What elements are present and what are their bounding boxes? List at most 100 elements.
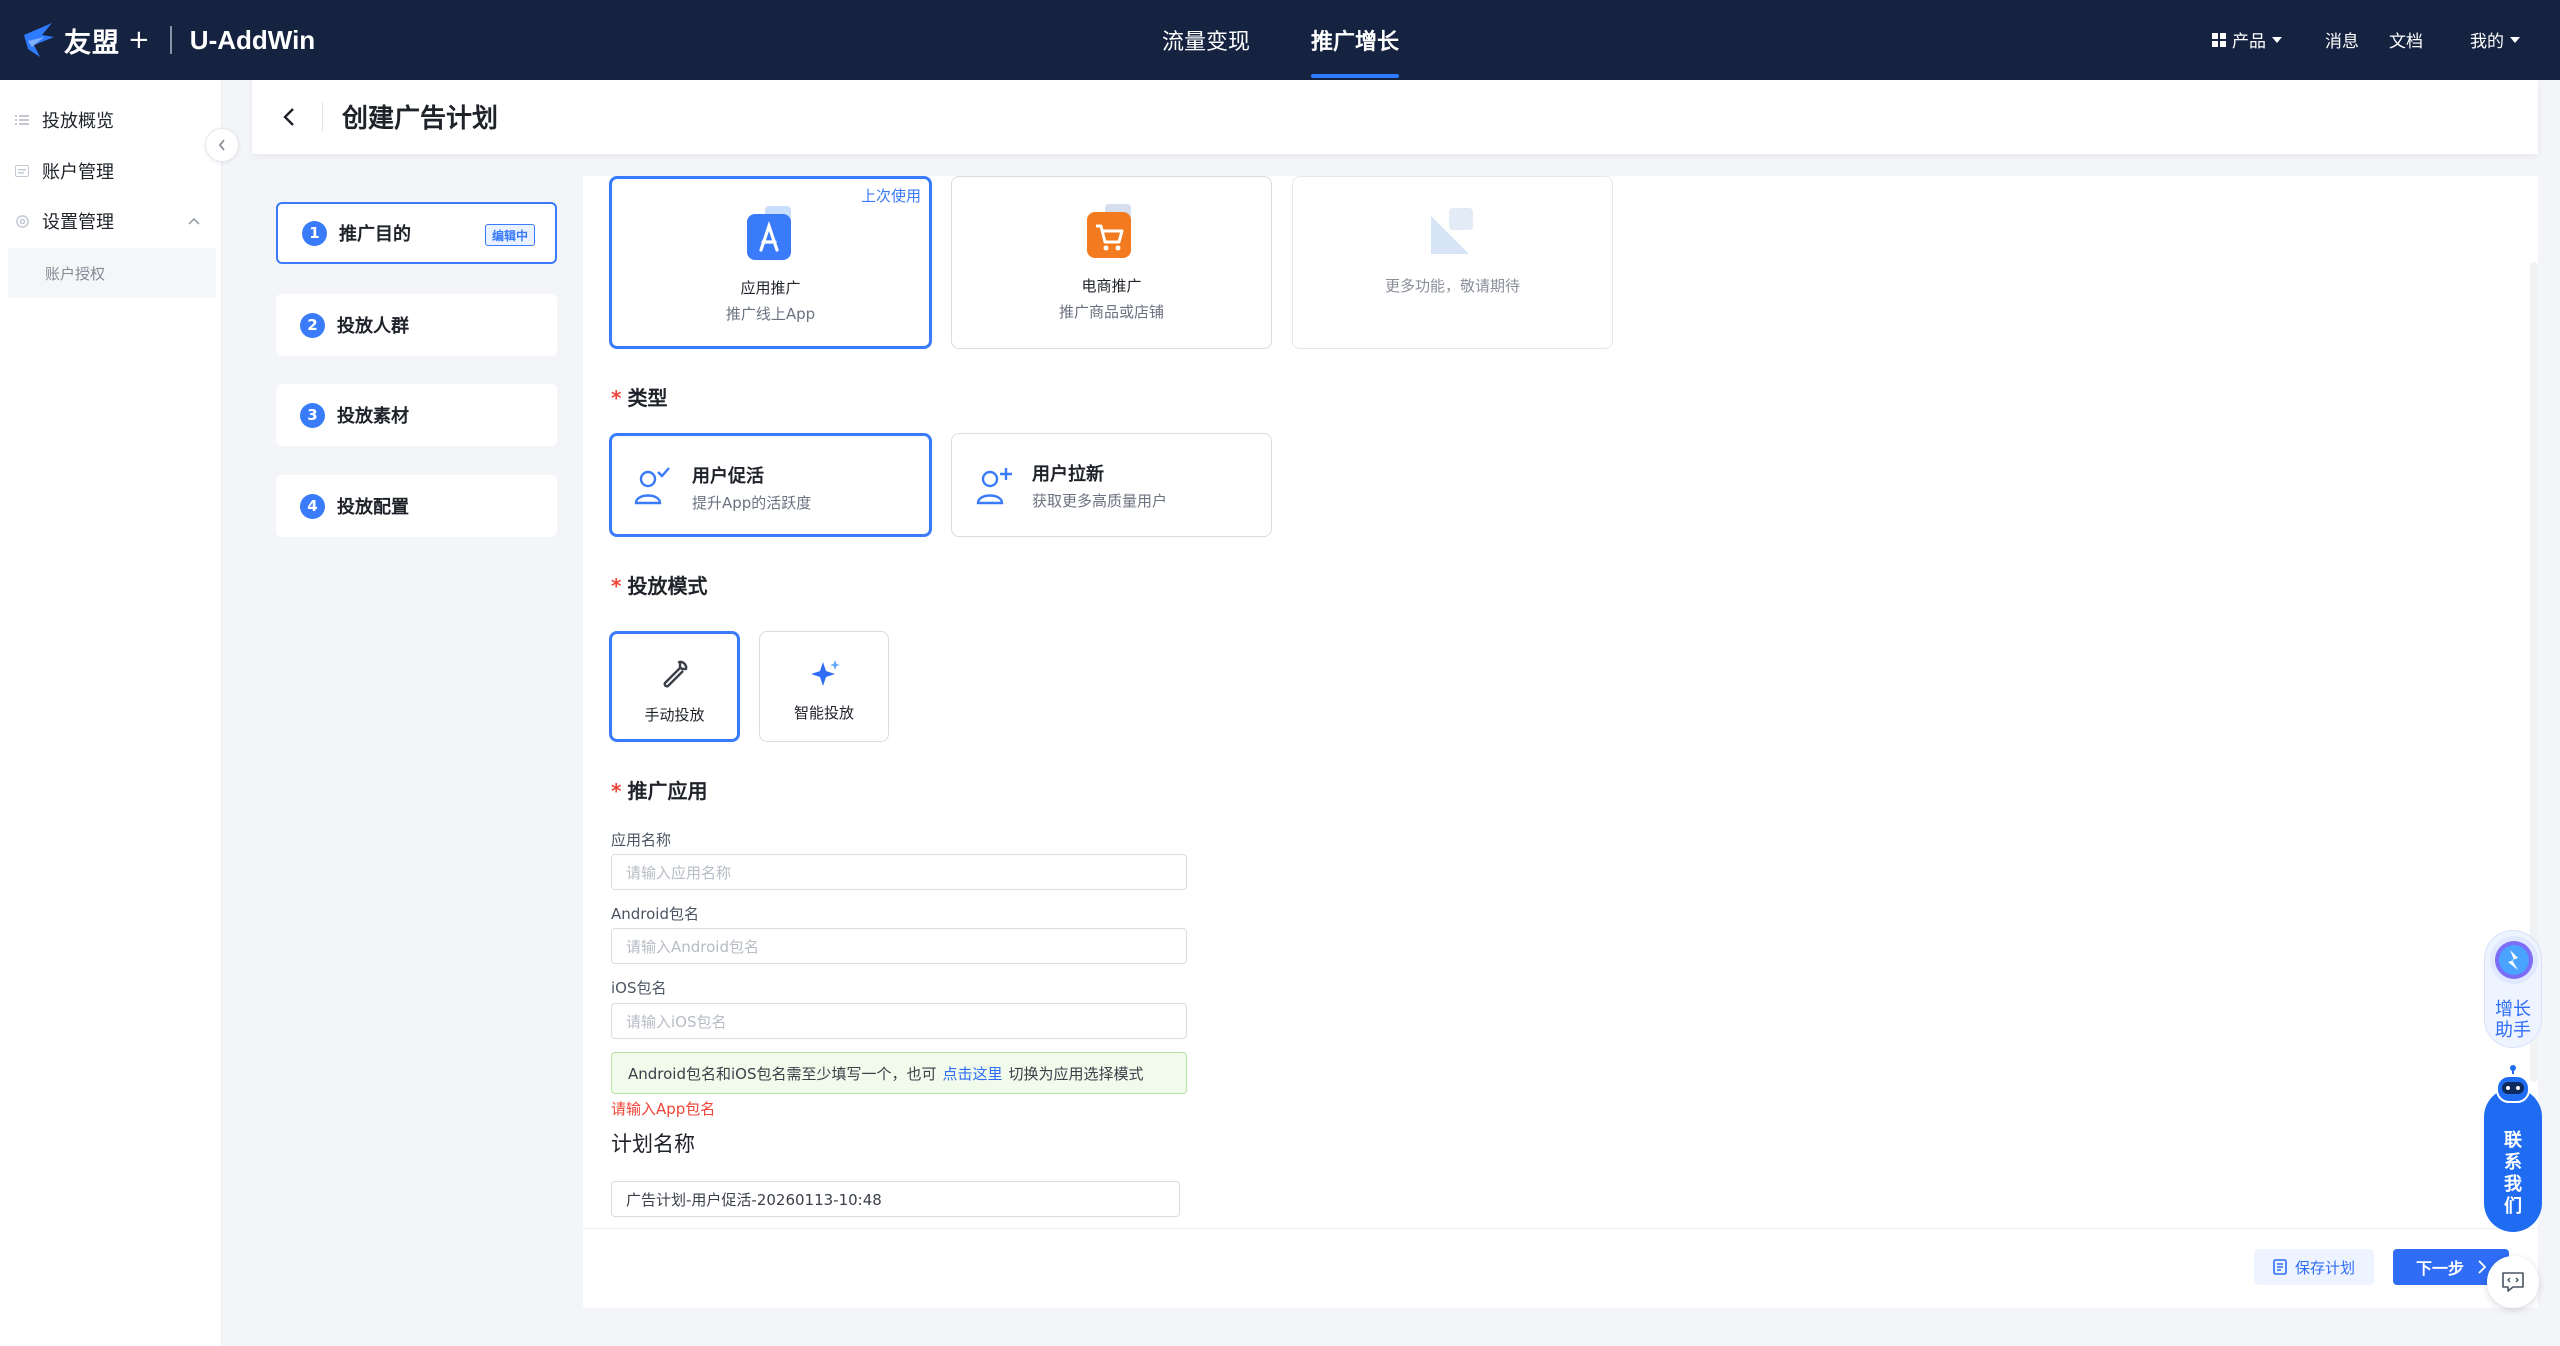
growth-assistant-label: 增长 助手 — [2495, 999, 2531, 1041]
save-plan-label: 保存计划 — [2294, 1258, 2355, 1277]
android-package-input[interactable]: 请输入Android包名 — [611, 928, 1187, 964]
type-option-reactivate[interactable]: 用户促活 提升App的活跃度 — [609, 433, 932, 537]
option-title: 用户拉新 — [1032, 464, 1104, 485]
section-title-text: 类型 — [627, 386, 668, 410]
app-name-label: 应用名称 — [611, 831, 672, 849]
products-label: 产品 — [2232, 32, 2266, 52]
product-name: U-AddWin — [189, 24, 316, 55]
purpose-card-ecommerce[interactable]: 电商推广 推广商品或店铺 — [951, 176, 1272, 349]
nav-tab-monetization[interactable]: 流量变现 — [1162, 0, 1250, 80]
step-number: 1 — [302, 220, 327, 246]
umeng-bird-logo-icon — [24, 23, 54, 57]
step-creative[interactable]: 3 投放素材 — [276, 384, 557, 446]
mode-label: 手动投放 — [644, 706, 705, 724]
brand-plus: + — [128, 25, 150, 55]
step-number: 4 — [300, 493, 325, 519]
option-title: 用户促活 — [692, 466, 764, 487]
editing-badge: 编辑中 — [484, 224, 535, 246]
header-divider — [322, 102, 323, 132]
save-plan-button[interactable]: 保存计划 — [2254, 1249, 2374, 1285]
option-desc: 获取更多高质量用户 — [1032, 492, 1168, 510]
chevron-left-icon — [218, 139, 225, 151]
footer-divider — [583, 1228, 2538, 1229]
chevron-up-icon[interactable] — [188, 217, 200, 225]
sidebar-item-label: 账户管理 — [42, 162, 114, 183]
step-purpose[interactable]: 1 推广目的 编辑中 — [276, 202, 557, 264]
placeholder-icon — [1431, 208, 1473, 254]
grid-icon — [2212, 32, 2226, 47]
chat-bubble-icon — [2502, 1272, 2524, 1292]
step-number: 2 — [300, 312, 325, 338]
brand-name: 友盟 — [64, 27, 120, 59]
notice-text: 切换为应用选择模式 — [1008, 1064, 1144, 1083]
option-desc: 提升App的活跃度 — [692, 494, 812, 512]
required-mark: * — [611, 574, 622, 598]
step-config[interactable]: 4 投放配置 — [276, 475, 557, 537]
ios-package-input[interactable]: 请输入iOS包名 — [611, 1003, 1187, 1039]
package-notice: Android包名和iOS包名需至少填写一个，也可 点击这里 切换为应用选择模式 — [611, 1052, 1187, 1094]
last-used-tag: 上次使用 — [860, 187, 921, 205]
docs-link[interactable]: 文档 — [2389, 27, 2423, 52]
logo[interactable]: 友盟 + U-AddWin — [22, 18, 315, 62]
page-title: 创建广告计划 — [342, 104, 499, 134]
section-title-text: 推广应用 — [627, 779, 708, 803]
robot-icon — [2496, 1065, 2530, 1103]
sidebar-item-accounts[interactable]: 账户管理 — [14, 157, 114, 185]
wrench-icon — [663, 660, 688, 688]
switch-mode-link[interactable]: 点击这里 — [943, 1063, 1003, 1084]
products-menu[interactable]: 产品 — [2212, 27, 2282, 52]
sidebar-item-settings[interactable]: 设置管理 — [14, 207, 200, 235]
app-section-title: * 推广应用 — [611, 775, 707, 804]
app-name-input[interactable]: 请输入应用名称 — [611, 854, 1187, 890]
mode-label: 智能投放 — [793, 704, 854, 722]
step-number: 3 — [300, 402, 325, 428]
back-button[interactable] — [274, 102, 304, 132]
top-navigation-bar: 友盟 + U-AddWin 流量变现 推广增长 产品 消息 文档 我的 — [0, 0, 2560, 80]
plan-name-title: 计划名称 — [611, 1132, 695, 1156]
notice-text: Android包名和iOS包名需至少填写一个，也可 — [628, 1064, 937, 1083]
user-menu-label: 我的 — [2470, 32, 2504, 52]
growth-assistant-widget[interactable]: 增长 助手 — [2484, 930, 2542, 1048]
sidebar-item-label: 投放概览 — [42, 111, 114, 132]
card-title: 应用推广 — [740, 279, 801, 297]
mode-section-title: * 投放模式 — [611, 570, 707, 599]
required-mark: * — [611, 386, 622, 410]
mode-option-manual[interactable]: 手动投放 — [609, 631, 740, 742]
package-error-message: 请输入App包名 — [611, 1100, 716, 1118]
app-store-icon — [747, 206, 791, 260]
shopping-cart-icon — [1087, 204, 1131, 258]
plan-name-input[interactable]: 广告计划-用户促活-20260113-10:48 — [611, 1181, 1180, 1217]
user-add-icon — [976, 468, 1012, 505]
card-desc: 推广线上App — [725, 305, 816, 323]
step-audience[interactable]: 2 投放人群 — [276, 294, 557, 356]
user-menu[interactable]: 我的 — [2470, 27, 2520, 52]
sidebar-collapse-button[interactable] — [205, 128, 239, 162]
required-mark: * — [611, 779, 622, 803]
gear-icon — [14, 213, 30, 229]
purpose-card-app[interactable]: 上次使用 应用推广 推广线上App — [609, 176, 932, 349]
next-step-label: 下一步 — [2415, 1259, 2464, 1278]
sidebar-subitem-authorization[interactable]: 账户授权 — [8, 248, 216, 298]
step-label: 推广目的 — [339, 224, 411, 245]
card-title: 电商推广 — [1081, 277, 1142, 295]
sparkle-icon — [811, 660, 840, 686]
sidebar-item-overview[interactable]: 投放概览 — [14, 106, 114, 134]
feedback-chat-button[interactable] — [2487, 1256, 2539, 1308]
card-desc: 更多功能，敬请期待 — [1384, 277, 1520, 295]
assistant-orb-icon — [2490, 936, 2538, 984]
step-label: 投放素材 — [337, 406, 409, 427]
card-desc: 推广商品或店铺 — [1058, 303, 1164, 321]
ios-package-label: iOS包名 — [611, 979, 667, 997]
nav-tab-growth[interactable]: 推广增长 — [1311, 0, 1400, 80]
user-check-icon — [634, 467, 670, 505]
list-icon — [14, 112, 30, 128]
contact-us-widget[interactable]: 联系我们 — [2484, 1065, 2542, 1232]
type-option-acquire[interactable]: 用户拉新 获取更多高质量用户 — [951, 433, 1272, 537]
sidebar-item-label: 设置管理 — [42, 212, 114, 233]
purpose-card-coming-soon: 更多功能，敬请期待 — [1292, 176, 1613, 349]
mode-option-smart[interactable]: 智能投放 — [759, 631, 889, 742]
page-header: 创建广告计划 — [252, 80, 2538, 154]
contact-us-label: 联系我们 — [2504, 1130, 2522, 1217]
messages-link[interactable]: 消息 — [2325, 27, 2359, 52]
step-label: 投放配置 — [337, 497, 409, 518]
